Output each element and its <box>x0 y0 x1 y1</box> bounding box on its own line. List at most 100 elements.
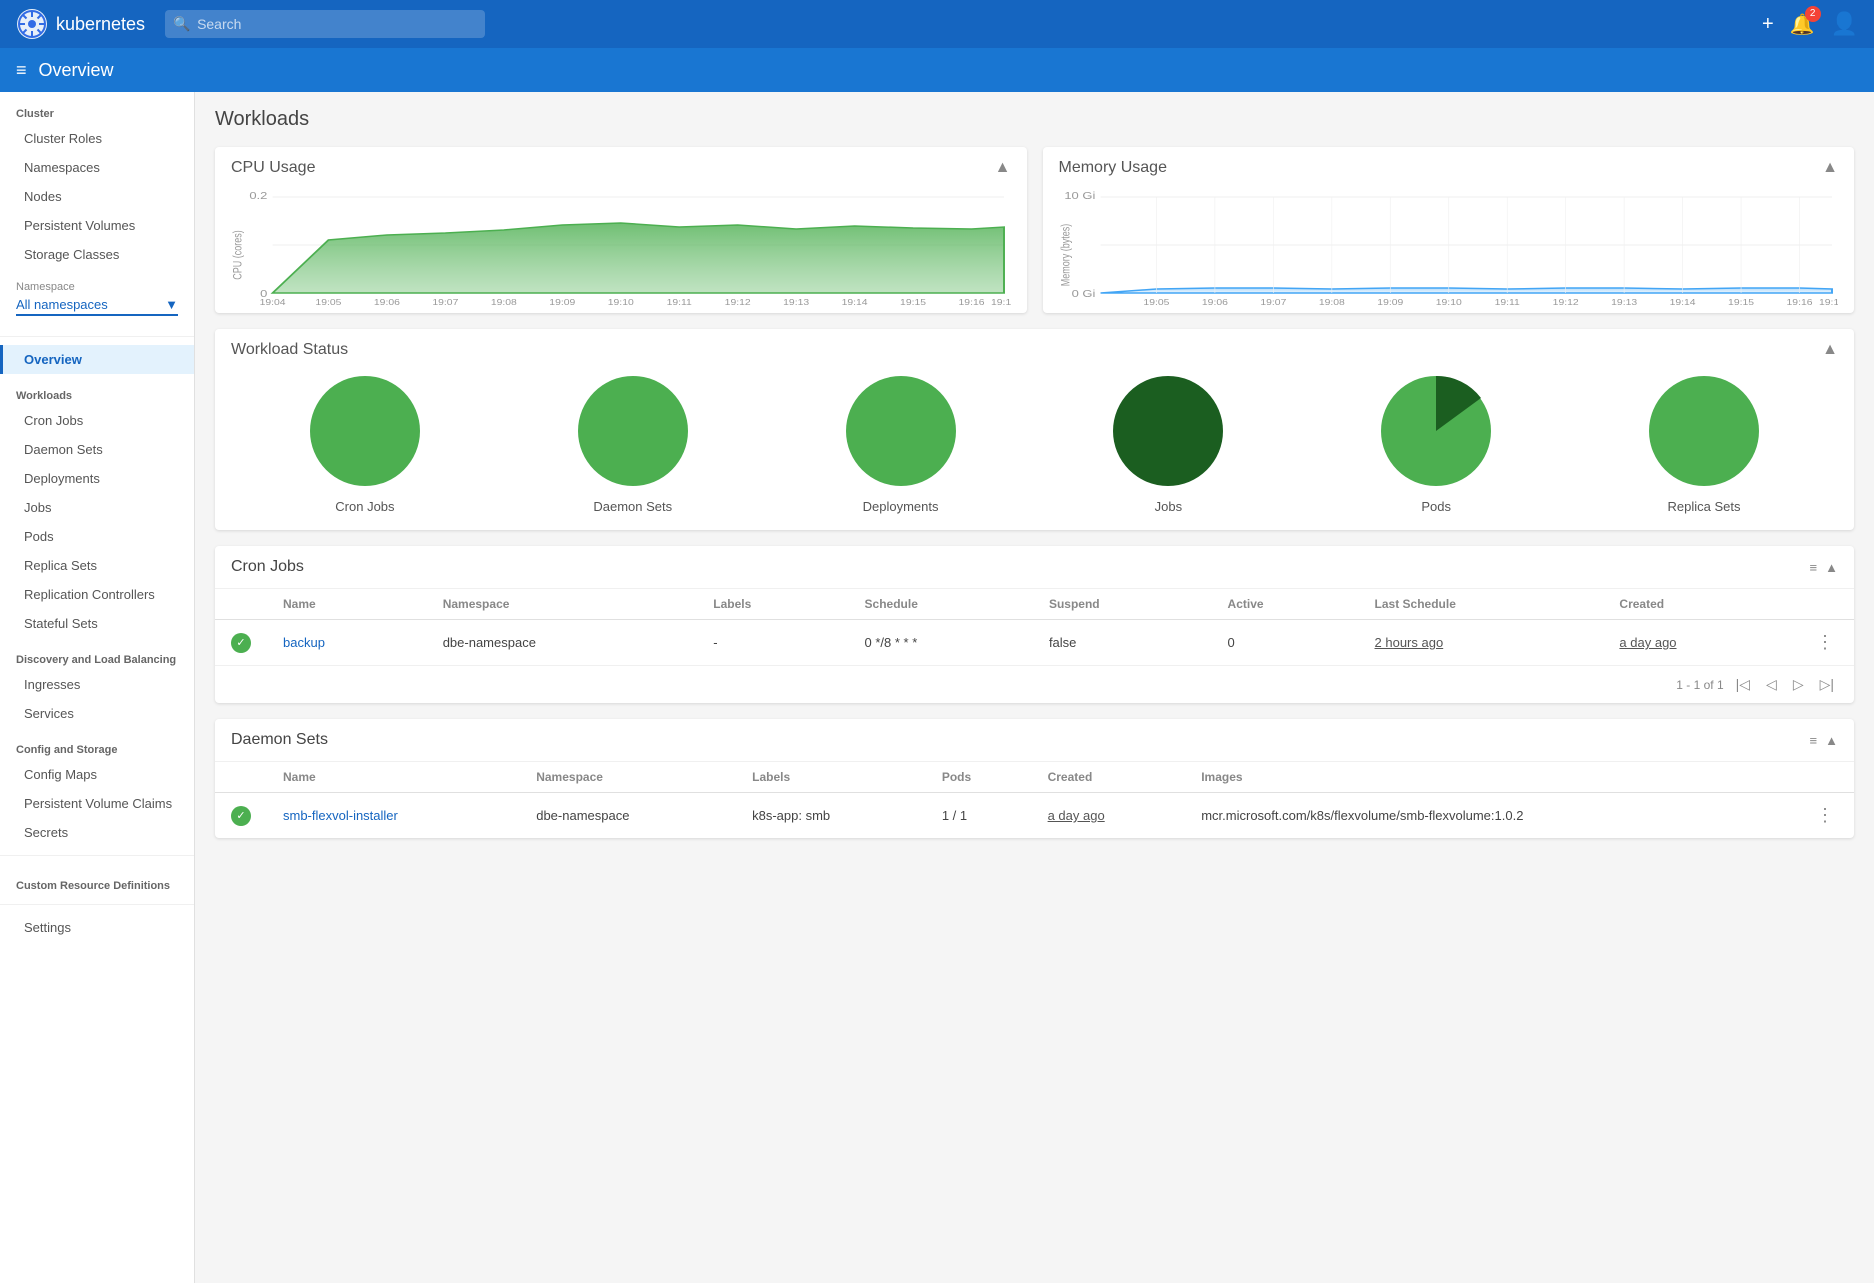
sidebar-item-replica-sets[interactable]: Replica Sets <box>0 551 194 580</box>
sidebar-item-settings[interactable]: Settings <box>0 913 194 942</box>
ds-row-more-button[interactable]: ⋮ <box>1812 803 1838 828</box>
search-input[interactable] <box>165 10 485 38</box>
pagination-prev-button[interactable]: ◁ <box>1762 674 1781 695</box>
svg-text:0.2: 0.2 <box>249 191 267 201</box>
svg-text:19:13: 19:13 <box>783 298 809 305</box>
col-header-last-schedule: Last Schedule <box>1359 589 1604 620</box>
ds-row-created-cell: a day ago <box>1032 793 1186 839</box>
notifications-button[interactable]: 🔔 2 <box>1790 12 1815 37</box>
sidebar-item-storage-classes[interactable]: Storage Classes <box>0 240 194 269</box>
col-header-name: Name <box>267 589 427 620</box>
pie-charts-row: Cron Jobs Daemon Sets Deployments <box>231 371 1838 514</box>
sidebar-item-cron-jobs[interactable]: Cron Jobs <box>0 406 194 435</box>
pagination-last-button[interactable]: ▷| <box>1816 674 1838 695</box>
svg-text:19:14: 19:14 <box>1669 298 1695 305</box>
namespace-select[interactable]: All namespaces ▼ <box>16 297 178 316</box>
cpu-chart-header: CPU Usage ▲ <box>231 159 1011 177</box>
replica-sets-pie <box>1644 371 1764 491</box>
workload-status-card: Workload Status ▲ Cron Jobs Daemon Sets <box>215 329 1854 530</box>
sidebar-item-persistent-volumes[interactable]: Persistent Volumes <box>0 211 194 240</box>
namespace-label: Namespace <box>16 281 178 293</box>
row-more-button[interactable]: ⋮ <box>1812 630 1838 655</box>
table-row: ✓ backup dbe-namespace - 0 */8 * * * fal… <box>215 620 1854 666</box>
svg-text:19:17: 19:17 <box>1819 298 1838 305</box>
daemon-sets-filter-icon[interactable]: ≡ <box>1810 733 1818 748</box>
memory-chart-collapse-button[interactable]: ▲ <box>1822 159 1838 177</box>
sidebar-item-pods[interactable]: Pods <box>0 522 194 551</box>
sidebar-item-jobs[interactable]: Jobs <box>0 493 194 522</box>
ds-row-name-cell: smb-flexvol-installer <box>267 793 520 839</box>
logo: kubernetes <box>16 8 145 40</box>
pie-daemon-sets: Daemon Sets <box>573 371 693 514</box>
sidebar-item-nodes[interactable]: Nodes <box>0 182 194 211</box>
page-title: Overview <box>39 60 114 81</box>
replica-sets-label: Replica Sets <box>1668 499 1741 514</box>
memory-chart-header: Memory Usage ▲ <box>1059 159 1839 177</box>
add-button[interactable]: + <box>1762 13 1774 36</box>
sidebar-item-replication-controllers[interactable]: Replication Controllers <box>0 580 194 609</box>
config-section-label: Config and Storage <box>0 728 194 760</box>
pagination-first-button[interactable]: |◁ <box>1732 674 1754 695</box>
svg-text:19:09: 19:09 <box>549 298 575 305</box>
col-header-schedule: Schedule <box>849 589 1033 620</box>
cron-jobs-table: Name Namespace Labels Schedule Suspend A… <box>215 589 1854 665</box>
filter-icon[interactable]: ≡ <box>1810 560 1818 575</box>
sidebar-item-daemon-sets[interactable]: Daemon Sets <box>0 435 194 464</box>
table-row: ✓ smb-flexvol-installer dbe-namespace k8… <box>215 793 1854 839</box>
sidebar-item-deployments[interactable]: Deployments <box>0 464 194 493</box>
cron-jobs-collapse-button[interactable]: ▲ <box>1825 560 1838 575</box>
cron-jobs-table-title: Cron Jobs <box>231 558 304 576</box>
subheader: ≡ Overview <box>0 48 1874 92</box>
sidebar-divider-2 <box>0 855 194 856</box>
sidebar-item-services[interactable]: Services <box>0 699 194 728</box>
workload-status-title: Workload Status <box>231 341 348 359</box>
notification-count: 2 <box>1805 6 1821 22</box>
svg-text:19:12: 19:12 <box>1552 298 1578 305</box>
ds-col-labels: Labels <box>736 762 926 793</box>
svg-text:19:05: 19:05 <box>1143 298 1169 305</box>
cron-job-name-link[interactable]: backup <box>283 635 325 650</box>
sidebar-item-namespaces[interactable]: Namespaces <box>0 153 194 182</box>
crd-section-label: Custom Resource Definitions <box>0 864 194 896</box>
row-name-cell: backup <box>267 620 427 666</box>
sidebar-item-pvc[interactable]: Persistent Volume Claims <box>0 789 194 818</box>
sidebar-item-cluster-roles[interactable]: Cluster Roles <box>0 124 194 153</box>
jobs-pie <box>1108 371 1228 491</box>
cron-jobs-label: Cron Jobs <box>335 499 394 514</box>
daemon-sets-pie <box>573 371 693 491</box>
sidebar-item-ingresses[interactable]: Ingresses <box>0 670 194 699</box>
daemon-set-name-link[interactable]: smb-flexvol-installer <box>283 808 398 823</box>
ds-row-images-cell: mcr.microsoft.com/k8s/flexvolume/smb-fle… <box>1185 793 1796 839</box>
sidebar-item-stateful-sets[interactable]: Stateful Sets <box>0 609 194 638</box>
row-status-cell: ✓ <box>215 620 267 666</box>
cron-jobs-pagination: 1 - 1 of 1 |◁ ◁ ▷ ▷| <box>215 665 1854 703</box>
pods-pie <box>1376 371 1496 491</box>
sidebar-divider-1 <box>0 336 194 337</box>
daemon-sets-collapse-button[interactable]: ▲ <box>1825 733 1838 748</box>
svg-text:19:15: 19:15 <box>900 298 926 305</box>
sidebar-item-config-maps[interactable]: Config Maps <box>0 760 194 789</box>
svg-text:19:16: 19:16 <box>1786 298 1812 305</box>
row-last-schedule-cell: 2 hours ago <box>1359 620 1604 666</box>
ds-status-ok-icon: ✓ <box>231 806 251 826</box>
menu-button[interactable]: ≡ <box>16 60 27 81</box>
ds-row-pods-cell: 1 / 1 <box>926 793 1032 839</box>
svg-text:19:14: 19:14 <box>842 298 868 305</box>
ds-col-created: Created <box>1032 762 1186 793</box>
row-namespace-cell: dbe-namespace <box>427 620 698 666</box>
pie-deployments: Deployments <box>841 371 961 514</box>
svg-text:CPU (cores): CPU (cores) <box>232 230 244 279</box>
col-header-labels: Labels <box>697 589 848 620</box>
profile-button[interactable]: 👤 <box>1831 11 1858 37</box>
ds-col-pods: Pods <box>926 762 1032 793</box>
memory-chart-card: Memory Usage ▲ 10 Gi 0 Gi Memory (bytes) <box>1043 147 1855 313</box>
cpu-chart-collapse-button[interactable]: ▲ <box>995 159 1011 177</box>
sidebar-item-secrets[interactable]: Secrets <box>0 818 194 847</box>
sidebar-item-overview[interactable]: Overview <box>0 345 194 374</box>
pagination-next-button[interactable]: ▷ <box>1789 674 1808 695</box>
discovery-section-label: Discovery and Load Balancing <box>0 638 194 670</box>
logo-text: kubernetes <box>56 14 145 35</box>
workload-status-collapse-button[interactable]: ▲ <box>1822 341 1838 359</box>
svg-text:19:04: 19:04 <box>260 298 286 305</box>
memory-chart-area: 10 Gi 0 Gi Memory (bytes) <box>1059 185 1839 305</box>
